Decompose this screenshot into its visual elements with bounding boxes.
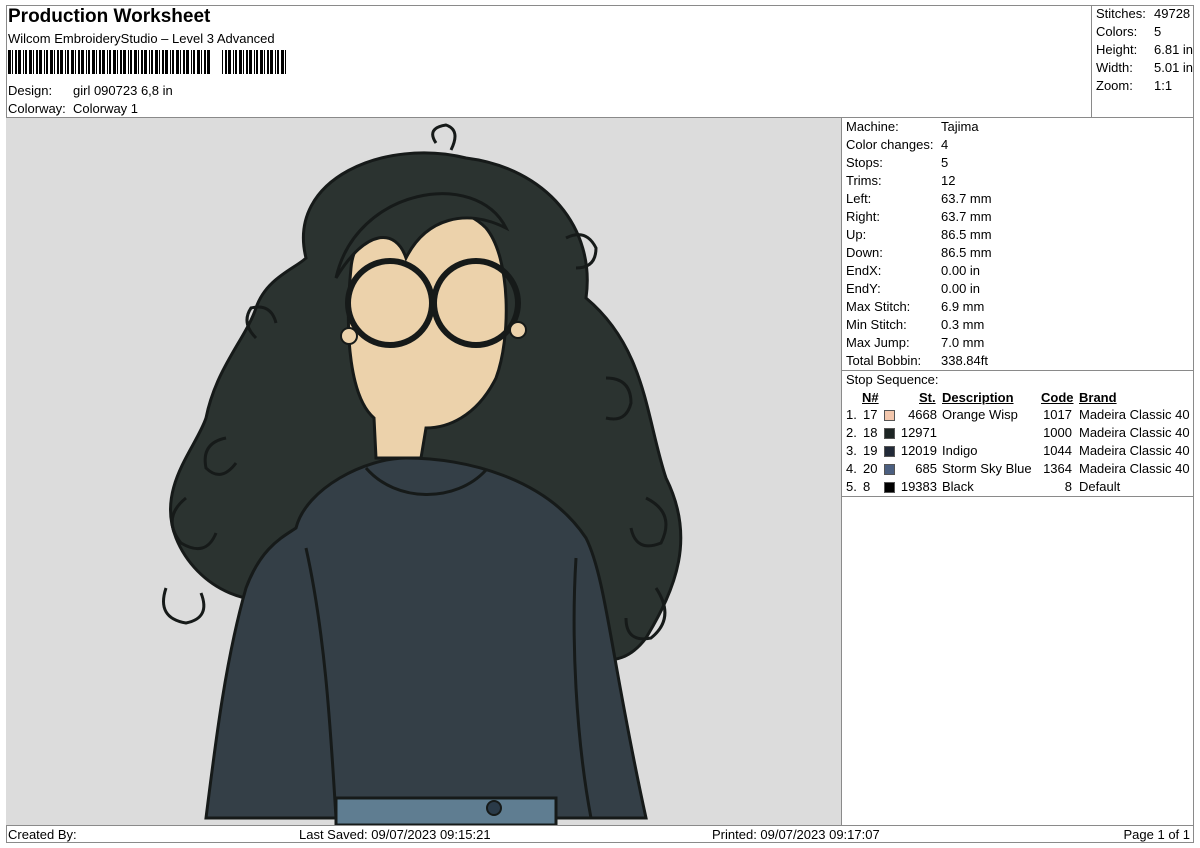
info-color-changes: Color changes: 4: [846, 137, 949, 152]
design-preview: [6, 118, 842, 825]
header-n: N#: [862, 390, 879, 405]
stat-width: Width: 5.01 in: [1096, 60, 1194, 75]
design-value: girl 090723 6,8 in: [73, 83, 173, 98]
printed-date: Printed: 09/07/2023 09:17:07: [712, 827, 880, 842]
stat-zoom: Zoom: 1:1: [1096, 78, 1173, 93]
stat-height: Height: 6.81 in: [1096, 42, 1194, 57]
table-row: 1. 17 4668 Orange Wisp 1017 Madeira Clas…: [846, 407, 1190, 422]
table-row: 5. 8 19383 Black 8 Default: [846, 479, 1121, 494]
table-row: 2. 18 12971 1000 Madeira Classic 40: [846, 425, 1190, 440]
color-swatch: [884, 482, 895, 493]
table-row: 3. 19 12019 Indigo 1044 Madeira Classic …: [846, 443, 1190, 458]
last-saved: Last Saved: 09/07/2023 09:15:21: [299, 827, 491, 842]
colorway-value: Colorway 1: [73, 101, 139, 116]
info-endx: EndX: 0.00 in: [846, 263, 981, 278]
header-code: Code: [1041, 390, 1074, 405]
software-subtitle: Wilcom EmbroideryStudio – Level 3 Advanc…: [8, 31, 275, 46]
info-divider: [842, 370, 1194, 371]
info-min-stitch: Min Stitch: 0.3 mm: [846, 317, 985, 332]
info-up: Up: 86.5 mm: [846, 227, 992, 242]
color-swatch: [884, 428, 895, 439]
header-st: St.: [919, 390, 936, 405]
header-brand: Brand: [1079, 390, 1117, 405]
worksheet-title: Production Worksheet: [8, 6, 211, 27]
stop-sequence-title: Stop Sequence:: [846, 372, 939, 387]
header-description: Description: [942, 390, 1014, 405]
color-swatch: [884, 410, 895, 421]
info-left: Left: 63.7 mm: [846, 191, 992, 206]
jeans: [334, 796, 558, 825]
stat-stitches: Stitches: 49728: [1096, 6, 1191, 21]
info-down: Down: 86.5 mm: [846, 245, 992, 260]
info-machine: Machine: Tajima: [846, 119, 979, 134]
table-row: 4. 20 685 Storm Sky Blue 1364 Madeira Cl…: [846, 461, 1190, 476]
design-label: Design:: [8, 83, 53, 98]
info-right: Right: 63.7 mm: [846, 209, 992, 224]
info-stops: Stops: 5: [846, 155, 949, 170]
info-endy: EndY: 0.00 in: [846, 281, 981, 296]
worksheet-footer: Created By: Last Saved: 09/07/2023 09:15…: [6, 825, 1194, 844]
info-max-jump: Max Jump: 7.0 mm: [846, 335, 985, 350]
embroidery-illustration: [162, 123, 683, 825]
stop-sequence-divider: [842, 496, 1194, 497]
stat-colors: Colors: 5: [1096, 24, 1162, 39]
design-stats-box: Stitches: 49728 Colors: 5 Height: 6.81 in W…: [1091, 5, 1195, 117]
color-swatch: [884, 446, 895, 457]
info-trims: Trims: 12: [846, 173, 956, 188]
page-number: Page 1 of 1: [1123, 827, 1191, 842]
barcode-image: [8, 50, 286, 74]
colorway-label: Colorway:: [8, 101, 66, 116]
created-by: Created By:: [8, 827, 77, 842]
info-total-bobbin: Total Bobbin: 338.84ft: [846, 353, 988, 368]
color-swatch: [884, 464, 895, 475]
info-max-stitch: Max Stitch: 6.9 mm: [846, 299, 985, 314]
